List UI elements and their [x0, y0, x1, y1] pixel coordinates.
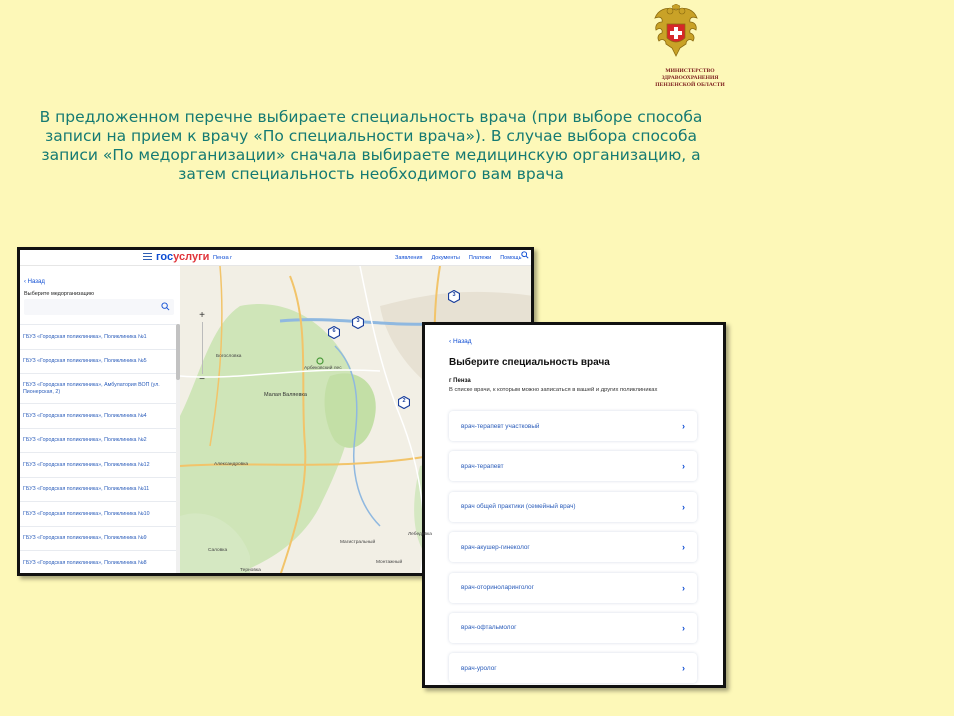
chevron-right-icon: › [682, 461, 685, 472]
list-item[interactable]: ГБУЗ «Городская поликлиника», Амбулатори… [20, 373, 176, 403]
chevron-right-icon: › [682, 501, 685, 512]
chevron-right-icon: › [682, 421, 685, 431]
map-label: Арбековский лес [304, 366, 342, 371]
specialty-selection-screenshot: ‹ Назад Выберите специальность врача г П… [422, 322, 726, 688]
specialty-item[interactable]: врач-терапевт участковый › [449, 411, 697, 441]
specialty-label: врач-офтальмолог [461, 624, 517, 632]
specialty-item[interactable]: врач-терапевт › [449, 451, 697, 482]
list-item[interactable]: ГБУЗ «Городская поликлиника», Поликлиник… [20, 403, 176, 428]
city-label: г Пенза [449, 378, 471, 384]
sidebar-scrollbar[interactable] [176, 324, 180, 573]
map-cluster-pin[interactable]: 3 [447, 289, 461, 304]
pin-count: 6 [332, 328, 336, 334]
logo-part1: гос [156, 251, 174, 263]
map-cluster-pin[interactable]: 6 [327, 325, 341, 340]
chevron-right-icon: › [682, 622, 685, 633]
search-icon[interactable] [161, 302, 170, 311]
list-item[interactable]: ГБУЗ «Городская поликлиника», Поликлиник… [20, 427, 176, 453]
menu-icon[interactable] [143, 253, 152, 261]
specialty-label: врач-терапевт участковый [461, 422, 540, 430]
specialty-item[interactable]: врач-офтальмолог › [449, 612, 697, 643]
specialty-item[interactable]: врач общей практики (семейный врач) › [449, 491, 697, 522]
instruction-text: В предложенном перечне выбираете специал… [39, 108, 703, 183]
map-label: Монтажный [376, 560, 403, 565]
ministry-line: ПЕНЗЕНСКОЙ ОБЛАСТИ [655, 82, 725, 89]
list-item[interactable]: ГБУЗ «Городская поликлиника», Поликлиник… [20, 348, 176, 374]
map-label: Малая Валяевка [264, 392, 307, 398]
list-item[interactable]: ГБУЗ «Городская поликлиника», Поликлиник… [20, 525, 176, 551]
list-item[interactable]: ГБУЗ «Городская поликлиника», Поликлиник… [20, 550, 176, 573]
map-cluster-pin[interactable]: 3 [351, 315, 365, 330]
map-label: Саловка [208, 548, 228, 553]
specialty-item[interactable]: врач-оториноларинголог › [449, 572, 697, 603]
map-label: Терновка [240, 568, 261, 573]
specialty-item[interactable]: врач-акушер-гинеколог › [449, 532, 697, 563]
pin-count: 3 [356, 318, 360, 324]
specialty-label: врач-терапевт [461, 462, 504, 470]
zoom-in-button[interactable]: + [196, 310, 208, 322]
gosuslugi-logo[interactable]: госуслуги [156, 251, 209, 263]
zoom-control: + − [196, 310, 208, 390]
map-label: Богословка [216, 354, 242, 359]
list-item[interactable]: ГБУЗ «Городская поликлиника», Поликлиник… [20, 324, 176, 349]
specialty-list: врач-терапевт участковый › врач-терапевт ›… [449, 411, 697, 685]
map-label: Александровка [214, 462, 249, 467]
city-selector[interactable]: Пенза г [213, 255, 232, 261]
search-icon[interactable] [521, 251, 529, 259]
portal-topbar: госуслуги Пенза г Заявления Документы Плат… [20, 250, 531, 266]
chevron-right-icon: › [682, 663, 685, 674]
zoom-out-button[interactable]: − [196, 374, 208, 386]
zoom-slider[interactable] [202, 322, 203, 374]
page-title: Выберите специальность врача [449, 357, 610, 368]
scrollbar-thumb[interactable] [176, 324, 180, 380]
specialty-label: врач-уролог [461, 664, 497, 672]
map-label: Лебедевка [408, 532, 432, 537]
specialty-label: врач общей практики (семейный врач) [461, 503, 576, 511]
ministry-caption: МИНИСТЕРСТВО ЗДРАВООХРАНЕНИЯ ПЕНЗЕНСКОЙ … [630, 68, 750, 90]
chevron-right-icon: › [682, 582, 685, 593]
hint-text: В списке врачи, к которым можно записать… [449, 387, 658, 393]
specialty-item[interactable]: врач-уролог › [449, 653, 697, 684]
top-nav: Заявления Документы Платежи Помощь [395, 255, 530, 261]
org-search-input[interactable] [24, 299, 174, 315]
nav-help[interactable]: Помощь [500, 255, 521, 261]
pin-count: 3 [452, 292, 456, 298]
map-label: Магистральный [340, 540, 376, 545]
chevron-right-icon: › [682, 542, 685, 553]
list-item[interactable]: ГБУЗ «Городская поликлиника», Поликлиник… [20, 476, 176, 502]
logo-part2: услуги [173, 251, 210, 263]
list-item[interactable]: ГБУЗ «Городская поликлиника», Поликлиник… [20, 452, 176, 477]
pin-count: 2 [402, 398, 406, 404]
coat-of-arms-emblem [654, 4, 698, 57]
sidebar-title: Выберите медорганизацию [24, 291, 94, 297]
nav-applications[interactable]: Заявления [395, 255, 423, 261]
list-item[interactable]: ГБУЗ «Городская поликлиника», Поликлиник… [20, 501, 176, 526]
back-link[interactable]: ‹ Назад [449, 338, 472, 345]
specialty-label: врач-акушер-гинеколог [461, 543, 530, 551]
org-list: ГБУЗ «Городская поликлиника», Поликлиник… [20, 324, 176, 573]
nav-documents[interactable]: Документы [432, 255, 460, 261]
org-sidebar: ‹ Назад Выберите медорганизацию ГБУЗ «Го… [20, 266, 180, 573]
nav-payments[interactable]: Платежи [469, 255, 491, 261]
map-cluster-pin[interactable]: 2 [397, 395, 411, 410]
back-link[interactable]: ‹ Назад [24, 279, 45, 285]
ministry-line: МИНИСТЕРСТВО [665, 68, 715, 74]
specialty-label: врач-оториноларинголог [461, 584, 534, 592]
